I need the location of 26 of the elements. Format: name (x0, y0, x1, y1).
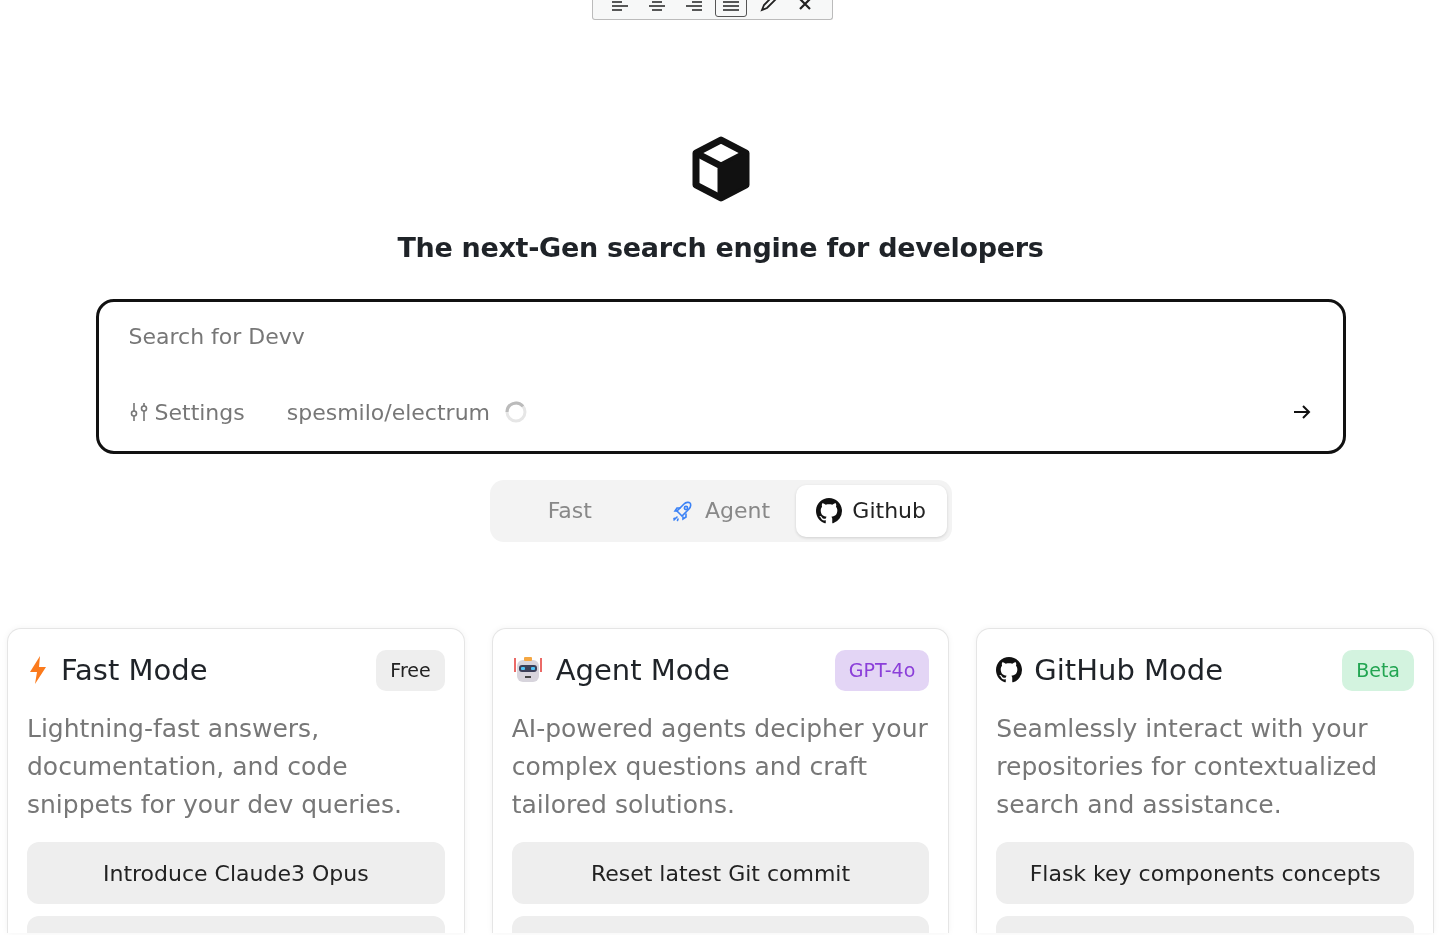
tag: Beta (1342, 650, 1414, 691)
card-description: AI-powered agents decipher your complex questions and craft tailored solutions. (511, 713, 929, 821)
lightning-bolt-icon (27, 655, 49, 686)
github-icon (996, 657, 1023, 684)
headline: The next-Gen search engine for developers (397, 231, 1044, 265)
align-center-icon (646, 0, 667, 14)
suggestion-button[interactable]: Flask key components concepts (996, 842, 1414, 904)
github-icon (816, 497, 843, 524)
sliders-icon (128, 401, 149, 423)
align-left-icon (609, 0, 630, 14)
card-description: Seamlessly interact with your repositories for contextualized search and assistance. (996, 713, 1379, 821)
align-right-icon (683, 0, 704, 14)
search-box[interactable]: Search for Devv Settings spesmilo/electrum (95, 298, 1346, 454)
repository-name: spesmilo/electrum (286, 398, 490, 427)
tag: GPT-4o (834, 650, 930, 691)
card-title: Agent Mode (555, 651, 730, 689)
card-title: Fast Mode (61, 651, 208, 689)
settings-button[interactable]: Settings (128, 395, 245, 429)
pen-icon (758, 0, 779, 14)
align-justify-icon (721, 0, 742, 14)
card-description: Lightning-fast answers, documentation, and code snippets for your dev queries. (27, 713, 403, 821)
card-title: GitHub Mode (1034, 651, 1224, 689)
mode-tab[interactable]: Github (795, 484, 947, 537)
suggestion-button[interactable]: Reset latest Git commit (511, 842, 930, 904)
suggestion-button[interactable]: Introduce Claude3 Opus (27, 842, 445, 904)
tag: Free (376, 650, 445, 691)
